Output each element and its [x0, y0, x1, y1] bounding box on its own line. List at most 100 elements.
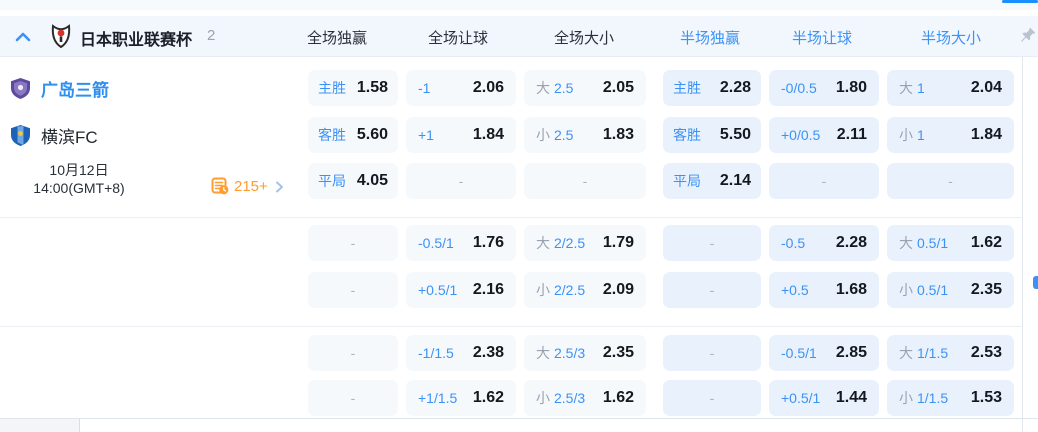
odds-label: 主胜: [673, 78, 701, 98]
odds-ft-under[interactable]: 小2.51.83: [524, 117, 646, 153]
odds-ht-handicap-alt-away[interactable]: +0.51.68: [769, 272, 879, 308]
ou-line: 2/2.5: [554, 235, 585, 251]
column-header-ht-overunder: 半场大小: [921, 27, 981, 48]
odds-value: 1.83: [603, 126, 634, 144]
ou-line: 2.5: [554, 80, 573, 96]
odds-row-5: - +0.5/12.16 小2/2.52.09 - +0.51.68 小0.5/…: [308, 272, 1014, 308]
ou-line: 1/1.5: [917, 345, 948, 361]
dash: -: [948, 173, 953, 189]
ou-line: 2.5/3: [554, 345, 585, 361]
odds-ht-handicap-alt2-away[interactable]: +0.5/11.44: [769, 380, 879, 416]
section-divider: [0, 326, 1022, 327]
odds-value: 2.35: [603, 344, 634, 362]
odds-row-4: - -0.5/11.76 大2/2.51.79 - -0.52.28 大0.5/…: [308, 225, 1014, 261]
ou-line: 0.5/1: [917, 282, 948, 298]
handicap-line: -0/0.5: [781, 80, 817, 96]
odds-ft-1x2-home[interactable]: 主胜 1.58: [308, 70, 398, 106]
odds-value: 2.35: [971, 281, 1002, 299]
odds-ft-over-alt[interactable]: 大2/2.51.79: [524, 225, 646, 261]
handicap-line: -1: [418, 80, 430, 96]
handicap-line: -1/1.5: [418, 345, 454, 361]
odds-value: 5.50: [720, 126, 751, 144]
odds-ft-handicap-alt-home[interactable]: -0.5/11.76: [406, 225, 516, 261]
odds-ft-handicap-away[interactable]: +1 1.84: [406, 117, 516, 153]
match-count-badge: 2: [207, 27, 215, 44]
column-header-ft-handicap: 全场让球: [428, 27, 488, 48]
odds-ht-under-alt2[interactable]: 小1/1.51.53: [887, 380, 1014, 416]
ou-prefix: 小: [899, 280, 913, 300]
odds-ht-handicap-home[interactable]: -0/0.51.80: [769, 70, 879, 106]
odds-ht-under-alt[interactable]: 小0.5/1 2.35: [887, 272, 1014, 308]
handicap-line: +1: [418, 127, 434, 143]
league-title[interactable]: 日本职业联赛杯: [80, 26, 192, 50]
chevron-right-icon: [273, 180, 285, 192]
dash: -: [351, 282, 356, 298]
odds-ft-under-alt2[interactable]: 小2.5/31.62: [524, 380, 646, 416]
odds-value: 1.84: [473, 126, 504, 144]
top-scroll-indicator: [1002, 0, 1038, 3]
ou-line: 1: [917, 127, 925, 143]
odds-ft-handicap-alt2-home[interactable]: -1/1.52.38: [406, 335, 516, 371]
odds-empty-cell: -: [663, 335, 761, 371]
odds-empty-cell: -: [406, 163, 516, 199]
ou-line: 2.5/3: [554, 390, 585, 406]
odds-ht-1x2-away[interactable]: 客胜 5.50: [663, 117, 761, 153]
odds-ht-over[interactable]: 大12.04: [887, 70, 1014, 106]
odds-ft-handicap-alt-away[interactable]: +0.5/12.16: [406, 272, 516, 308]
ou-line: 0.5/1: [917, 235, 948, 251]
chevron-up-icon[interactable]: [13, 27, 33, 47]
home-team-row[interactable]: 广岛三箭: [10, 70, 109, 106]
odds-ft-over-alt2[interactable]: 大2.5/32.35: [524, 335, 646, 371]
dash: -: [351, 235, 356, 251]
ou-prefix: 小: [899, 125, 913, 145]
away-team-crest-icon: [10, 124, 31, 147]
odds-value: 2.09: [603, 281, 634, 299]
odds-value: 5.60: [357, 126, 388, 144]
handicap-line: +1/1.5: [418, 390, 457, 406]
odds-ft-1x2-away[interactable]: 客胜5.60: [308, 117, 398, 153]
dash: -: [710, 282, 715, 298]
odds-ht-over-alt[interactable]: 大0.5/11.62: [887, 225, 1014, 261]
odds-ht-handicap-alt2-home[interactable]: -0.5/12.85: [769, 335, 879, 371]
odds-label: 平局: [673, 171, 701, 191]
ou-prefix: 大: [536, 78, 550, 98]
odds-ft-handicap-home[interactable]: -1 2.06: [406, 70, 516, 106]
home-team-name: 广岛三箭: [41, 76, 109, 101]
odds-empty-cell: -: [308, 272, 398, 308]
odds-ht-1x2-draw[interactable]: 平局2.14: [663, 163, 761, 199]
odds-ht-under[interactable]: 小11.84: [887, 117, 1014, 153]
home-team-crest-icon: [10, 77, 31, 100]
odds-empty-cell: -: [887, 163, 1014, 199]
odds-value: 4.05: [357, 172, 388, 190]
handicap-line: +0.5/1: [781, 390, 820, 406]
more-markets-link[interactable]: 215+: [211, 175, 285, 197]
ou-prefix: 小: [536, 280, 550, 300]
odds-value: 1.79: [603, 234, 634, 252]
next-section-edge: [0, 419, 80, 432]
odds-ht-over-alt2[interactable]: 大1/1.52.53: [887, 335, 1014, 371]
odds-label: 客胜: [673, 125, 701, 145]
odds-empty-cell: -: [308, 335, 398, 371]
odds-label: 主胜: [318, 78, 346, 98]
odds-ht-handicap-alt-home[interactable]: -0.52.28: [769, 225, 879, 261]
ou-prefix: 小: [536, 125, 550, 145]
odds-value: 1.58: [357, 79, 388, 97]
odds-value: 2.05: [603, 79, 634, 97]
odds-label: 平局: [318, 171, 346, 191]
away-team-row[interactable]: 横滨FC: [10, 117, 98, 153]
odds-ft-over[interactable]: 大2.5 2.05: [524, 70, 646, 106]
pin-icon[interactable]: [1016, 25, 1038, 47]
ou-prefix: 小: [536, 388, 550, 408]
ou-line: 1/1.5: [917, 390, 948, 406]
odds-value: 2.06: [473, 79, 504, 97]
dash: -: [459, 173, 464, 189]
odds-value: 2.28: [836, 234, 867, 252]
odds-ft-1x2-draw[interactable]: 平局 4.05: [308, 163, 398, 199]
odds-ht-handicap-away[interactable]: +0/0.52.11: [769, 117, 879, 153]
handicap-line: +0.5: [781, 282, 809, 298]
odds-ft-under-alt[interactable]: 小2/2.52.09: [524, 272, 646, 308]
odds-ht-1x2-home[interactable]: 主胜2.28: [663, 70, 761, 106]
markets-list-clock-icon: [211, 177, 229, 195]
odds-ft-handicap-alt2-away[interactable]: +1/1.51.62: [406, 380, 516, 416]
side-float-button[interactable]: [1033, 276, 1038, 289]
